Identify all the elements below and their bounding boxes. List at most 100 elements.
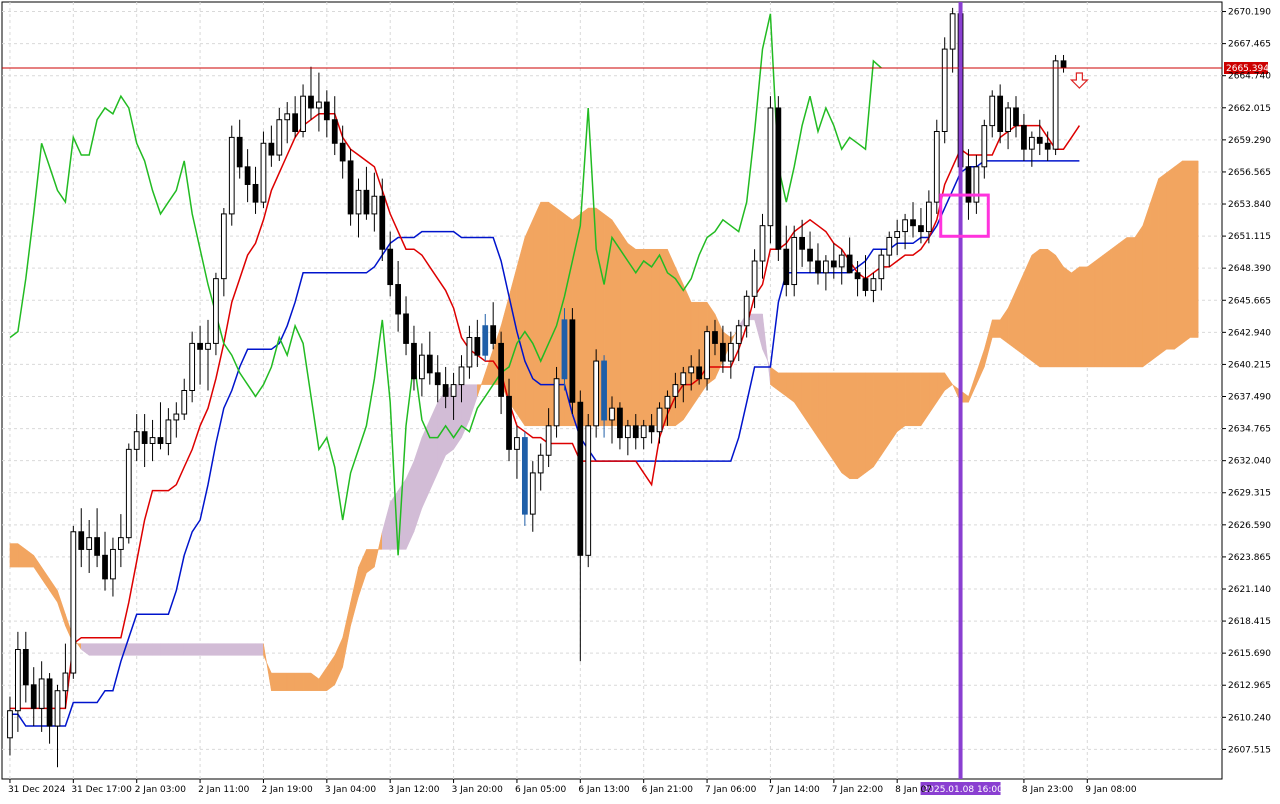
kumo-bearish-segment bbox=[136, 643, 145, 656]
kumo-bullish-segment bbox=[1190, 160, 1199, 338]
kumo-bullish-segment bbox=[690, 301, 700, 409]
candle-bearish bbox=[1021, 125, 1027, 150]
kumo-bullish-segment bbox=[263, 643, 272, 691]
candle-bearish bbox=[395, 284, 401, 315]
candle-bullish bbox=[743, 295, 750, 327]
candle-bullish bbox=[149, 437, 156, 444]
candle-bullish bbox=[125, 448, 132, 539]
candle-bearish bbox=[799, 236, 805, 250]
kumo-bullish-segment bbox=[873, 372, 882, 468]
kumo-bullish-segment bbox=[25, 548, 34, 568]
candle-bearish bbox=[268, 142, 275, 156]
candle-bullish bbox=[902, 219, 908, 233]
price-tick-label: 2623.865 bbox=[1228, 553, 1271, 563]
price-tick-label: 2653.840 bbox=[1228, 200, 1271, 210]
kumo-bullish-segment bbox=[643, 248, 652, 427]
kumo-bullish-segment bbox=[1047, 248, 1056, 368]
candle-bullish bbox=[62, 672, 69, 692]
candle-bullish bbox=[838, 254, 845, 268]
kumo-bullish-segment bbox=[1015, 272, 1025, 356]
kumo-bullish-segment bbox=[1079, 266, 1088, 368]
candle-bullish bbox=[989, 95, 996, 127]
candle-bullish bbox=[894, 231, 901, 238]
candle-bearish bbox=[426, 354, 433, 374]
price-tick-label: 2626.590 bbox=[1228, 521, 1271, 531]
kumo-bullish-segment bbox=[1023, 255, 1033, 362]
candle-bullish bbox=[593, 360, 600, 427]
kumo-bullish-segment bbox=[1110, 242, 1120, 368]
candle-bullish bbox=[640, 425, 647, 439]
candle-bearish bbox=[830, 260, 837, 268]
price-tick-label: 2667.465 bbox=[1228, 40, 1271, 50]
candle-bullish bbox=[878, 254, 885, 280]
kumo-bearish-segment bbox=[128, 643, 137, 656]
kumo-bullish-segment bbox=[1071, 266, 1080, 368]
candle-bearish bbox=[331, 119, 338, 144]
kumo-bullish-segment bbox=[968, 372, 977, 403]
kumo-bullish-segment bbox=[1150, 178, 1159, 362]
price-tick-label: 2629.315 bbox=[1228, 489, 1271, 499]
candle-bullish bbox=[466, 337, 473, 368]
candle-bullish bbox=[704, 331, 710, 380]
kumo-bullish-segment bbox=[928, 372, 938, 415]
kumo-bullish-segment bbox=[540, 201, 549, 427]
kumo-bullish-segment bbox=[936, 372, 945, 404]
time-tick-label: 6 Jan 21:00 bbox=[642, 785, 694, 795]
time-tick-label: 31 Dec 2024 bbox=[8, 785, 66, 795]
kumo-bearish-segment bbox=[88, 643, 98, 656]
time-tick-label: 2 Jan 19:00 bbox=[261, 785, 313, 795]
kumo-bullish-segment bbox=[1174, 160, 1183, 350]
candle-bullish bbox=[688, 366, 695, 374]
price-tick-label: 2642.940 bbox=[1228, 328, 1271, 338]
kumo-bullish-segment bbox=[508, 266, 518, 415]
candle-bearish bbox=[807, 248, 813, 262]
candle-bullish bbox=[823, 260, 829, 274]
time-tick-label: 3 Jan 20:00 bbox=[452, 785, 504, 795]
candle-bearish bbox=[498, 342, 504, 397]
candle-bearish bbox=[862, 278, 869, 291]
candle-bearish bbox=[1060, 60, 1067, 69]
candle-bearish bbox=[910, 219, 916, 227]
candle-bullish bbox=[886, 236, 893, 256]
candle-bearish bbox=[411, 342, 417, 380]
kumo-bullish-segment bbox=[1134, 224, 1143, 368]
time-tick-label: 7 Jan 22:00 bbox=[832, 785, 884, 795]
price-tick-label: 2637.490 bbox=[1228, 393, 1271, 403]
chart-canvas[interactable]: 2665.3942025.01.08 16:00 2670.1902667.46… bbox=[0, 0, 1280, 800]
candle-bullish bbox=[925, 201, 932, 233]
candle-bullish bbox=[933, 131, 940, 203]
price-tick-label: 2634.765 bbox=[1228, 425, 1271, 435]
kumo-bearish-segment bbox=[429, 402, 438, 491]
candle-bearish bbox=[236, 136, 243, 168]
kumo-bullish-segment bbox=[350, 567, 359, 627]
kumo-bullish-segment bbox=[1094, 254, 1104, 368]
time-tick-label: 9 Jan 08:00 bbox=[1085, 785, 1137, 795]
kumo-bullish-segment bbox=[326, 654, 335, 692]
candle-bearish bbox=[379, 195, 386, 250]
kumo-bullish-segment bbox=[770, 366, 779, 391]
candle-bearish bbox=[720, 342, 726, 362]
kumo-bullish-segment bbox=[49, 578, 58, 604]
candle-bullish bbox=[284, 113, 291, 121]
kumo-bearish-segment bbox=[104, 643, 114, 656]
kumo-bullish-segment bbox=[1039, 248, 1048, 368]
candle-bearish bbox=[347, 160, 354, 215]
ichimoku-chart[interactable]: 2665.394 2025.01.08 16:00 2670.190 2667.46… bbox=[0, 0, 1280, 800]
kumo-bullish-segment bbox=[524, 219, 534, 427]
candle-bearish bbox=[648, 425, 655, 433]
kumo-bearish-segment bbox=[413, 437, 423, 532]
time-tick-label: 6 Jan 05:00 bbox=[515, 785, 567, 795]
candle-bearish bbox=[577, 401, 584, 556]
candle-bearish bbox=[30, 684, 37, 709]
candle-bearish bbox=[775, 107, 782, 250]
candle-bearish bbox=[569, 319, 576, 403]
kumo-bearish-segment bbox=[191, 643, 201, 656]
candle-bearish bbox=[94, 537, 100, 556]
candle-bullish bbox=[205, 342, 211, 350]
price-tick-label: 2645.665 bbox=[1228, 296, 1271, 306]
candle-bearish bbox=[696, 366, 703, 380]
time-tick-label: 3 Jan 04:00 bbox=[325, 785, 377, 795]
kumo-bullish-segment bbox=[825, 372, 835, 462]
candle-bearish bbox=[997, 95, 1004, 132]
kumo-bullish-segment bbox=[1126, 237, 1136, 368]
